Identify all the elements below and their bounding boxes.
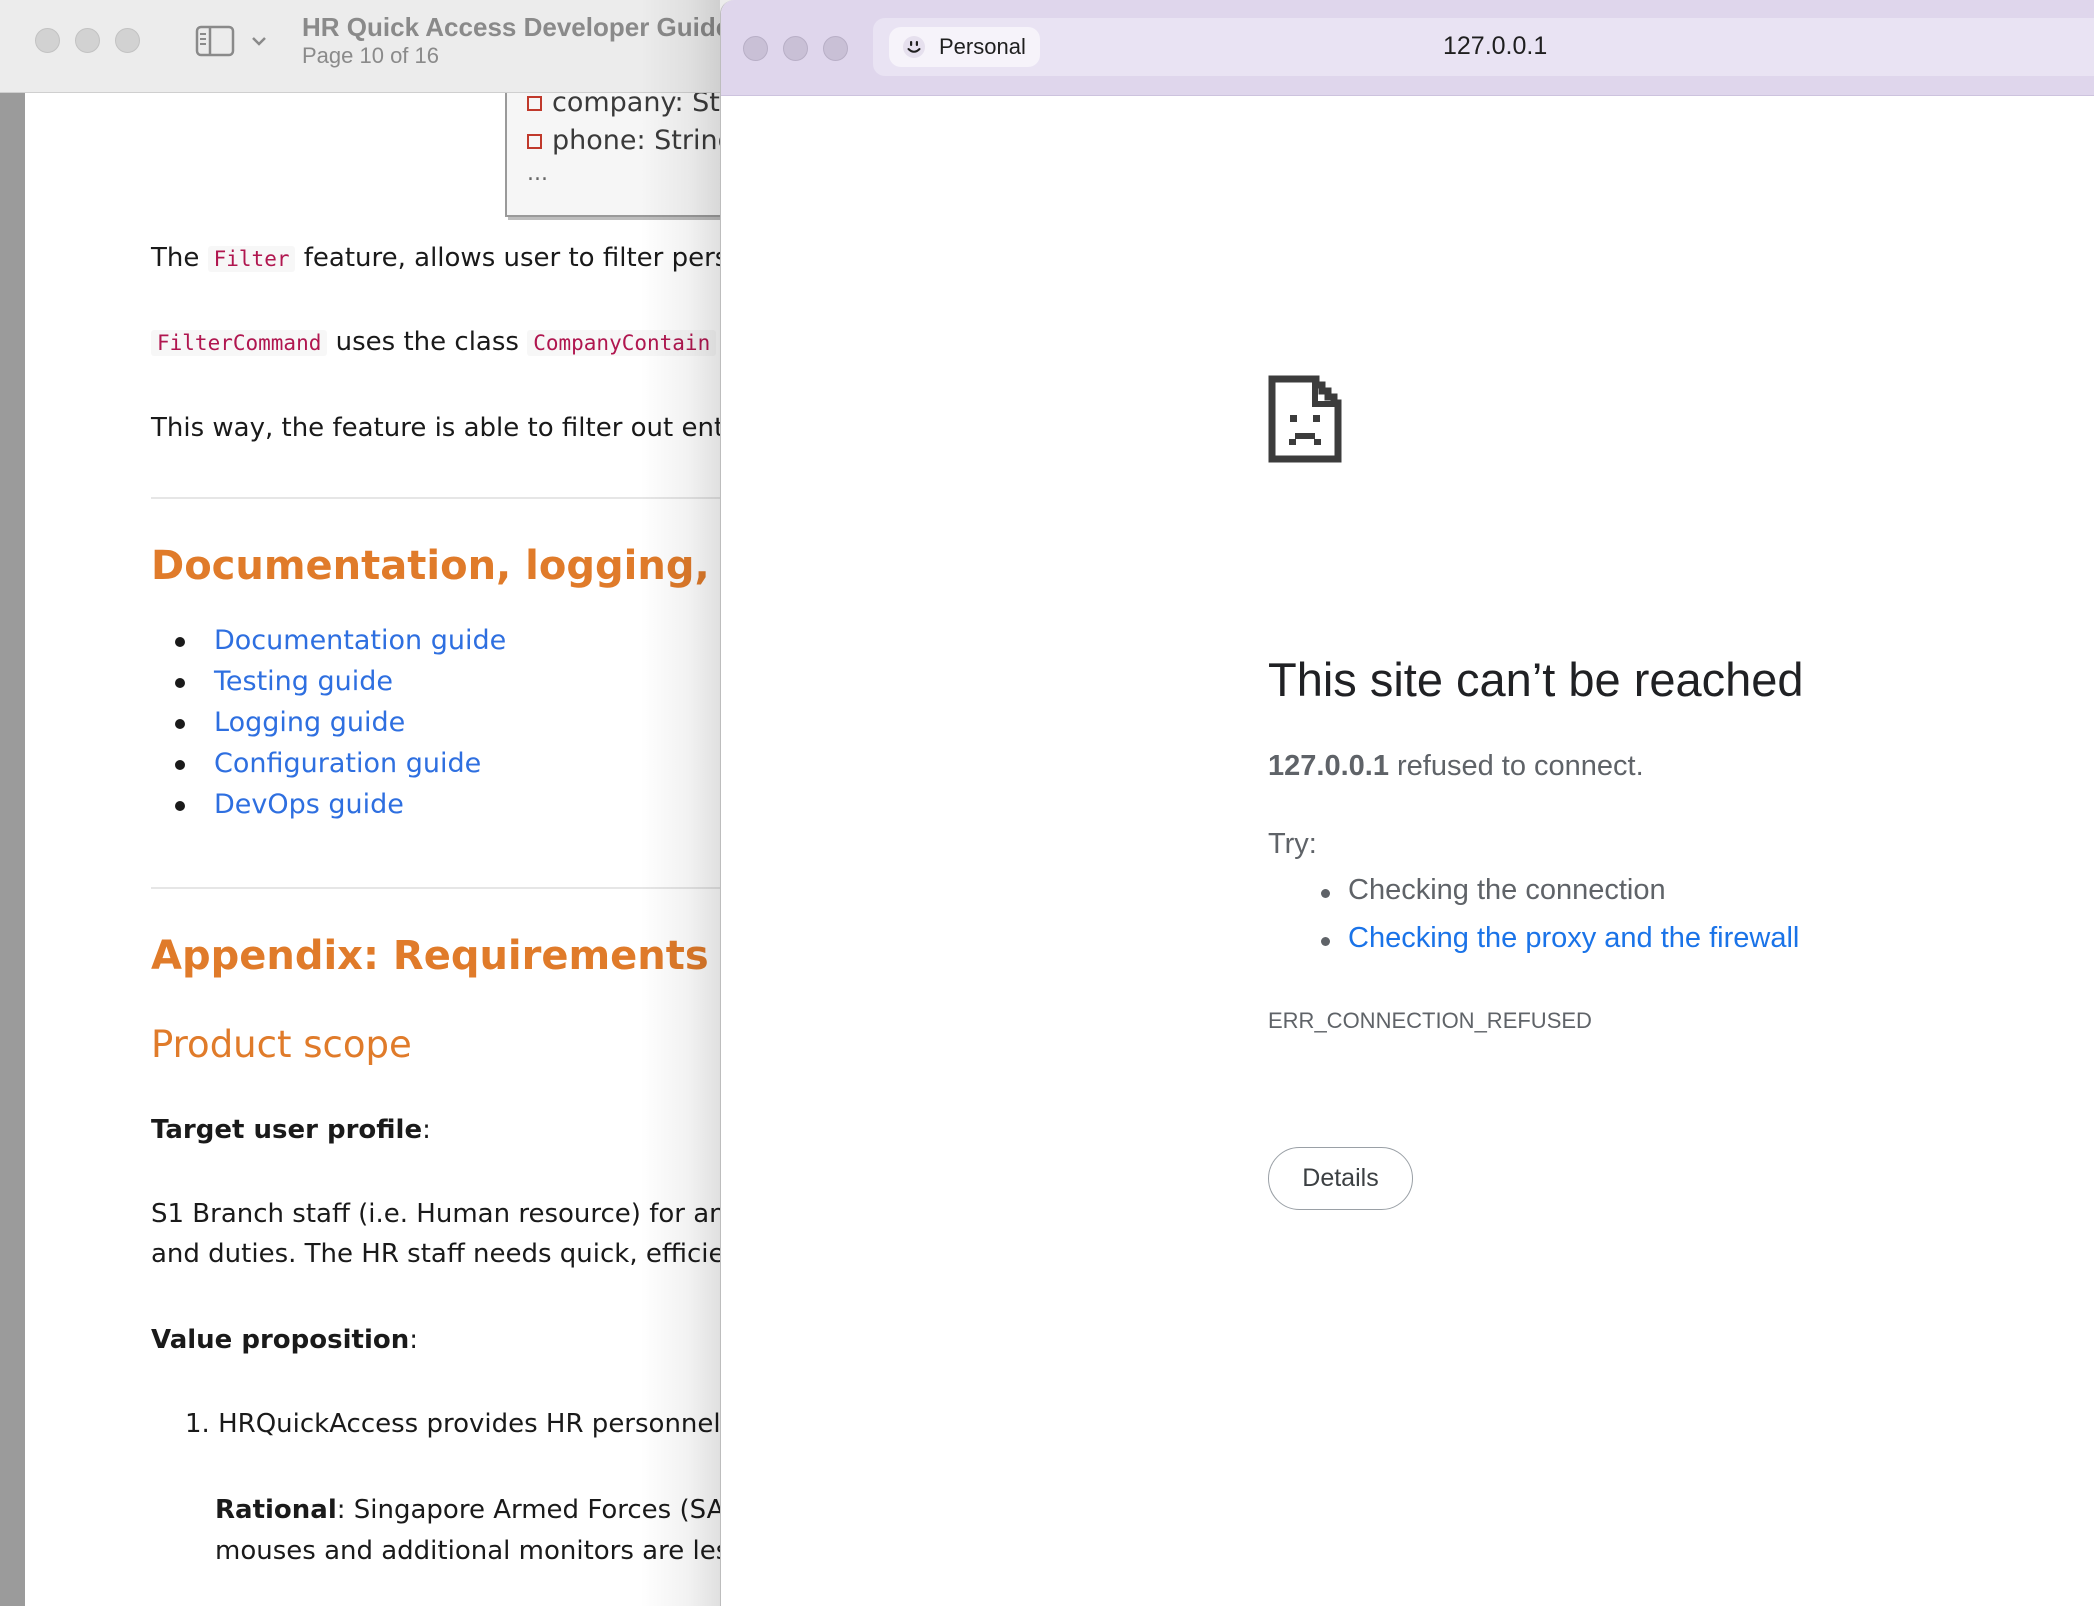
error-host: 127.0.0.1 — [1268, 750, 1389, 782]
error-message: 127.0.0.1 refused to connect. — [1268, 750, 1644, 782]
window-shadow — [640, 0, 720, 1606]
suggestion-check-connection: Checking the connection — [1268, 874, 1799, 922]
profile-label: Personal — [939, 34, 1026, 59]
link-logging-guide[interactable]: Logging guide — [151, 707, 506, 748]
target-user-label: Target user profile: — [151, 1115, 431, 1145]
details-button[interactable]: Details — [1268, 1147, 1413, 1210]
profile-smiley-icon — [903, 36, 925, 58]
error-title: This site can’t be reached — [1268, 653, 1804, 706]
appendix-heading: Appendix: Requirements — [151, 933, 709, 979]
suggestion-check-proxy-link[interactable]: Checking the proxy and the firewall — [1268, 922, 1799, 970]
profile-button[interactable]: Personal — [889, 27, 1040, 67]
pdf-maximize-button[interactable] — [115, 28, 140, 53]
browser-window: Personal 127.0.0.1 This site can’t be re… — [720, 0, 2094, 1606]
private-attribute-icon — [527, 96, 542, 111]
inline-code: Filter — [207, 246, 296, 272]
error-code: ERR_CONNECTION_REFUSED — [1268, 1008, 1592, 1033]
pdf-close-button[interactable] — [35, 28, 60, 53]
inline-code: FilterCommand — [151, 330, 328, 356]
sidebar-icon — [195, 25, 266, 57]
error-page: This site can’t be reached 127.0.0.1 ref… — [721, 96, 2094, 1606]
link-devops-guide[interactable]: DevOps guide — [151, 789, 506, 830]
suggestions-list: Checking the connection Checking the pro… — [1268, 874, 1799, 970]
filtercommand-paragraph: FilterCommand uses the class CompanyCont… — [151, 327, 717, 357]
browser-minimize-button[interactable] — [783, 36, 808, 61]
sidebar-toggle-button[interactable] — [195, 24, 273, 60]
link-testing-guide[interactable]: Testing guide — [151, 666, 506, 707]
browser-maximize-button[interactable] — [823, 36, 848, 61]
address-bar[interactable]: Personal 127.0.0.1 — [873, 18, 2094, 76]
link-configuration-guide[interactable]: Configuration guide — [151, 748, 506, 789]
try-label: Try: — [1268, 828, 1317, 860]
private-attribute-icon — [527, 134, 542, 149]
url-text[interactable]: 127.0.0.1 — [1443, 32, 1547, 61]
page-indicator: Page 10 of 16 — [302, 43, 440, 68]
sad-page-icon — [1268, 375, 1342, 463]
product-scope-heading: Product scope — [151, 1023, 412, 1066]
browser-close-button[interactable] — [743, 36, 768, 61]
guide-links-list: Documentation guide Testing guide Loggin… — [151, 625, 506, 830]
value-proposition-label: Value proposition: — [151, 1325, 418, 1355]
browser-toolbar: Personal 127.0.0.1 — [721, 0, 2094, 96]
pdf-gutter — [0, 93, 25, 1606]
uml-ellipsis: ... — [527, 161, 548, 186]
pdf-minimize-button[interactable] — [75, 28, 100, 53]
link-documentation-guide[interactable]: Documentation guide — [151, 625, 506, 666]
